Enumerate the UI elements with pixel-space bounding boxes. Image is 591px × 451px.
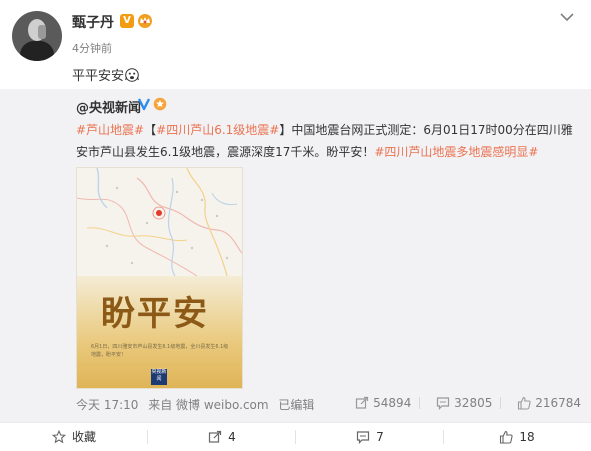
original-time[interactable]: 今天 17:10	[76, 398, 138, 412]
like-count: 216784	[535, 396, 581, 410]
star-icon	[51, 429, 67, 444]
post-text-content: 平平安安	[72, 69, 125, 84]
vip-crown-icon	[138, 14, 152, 28]
repost-button[interactable]: 4	[148, 423, 296, 451]
repost-card: @央视新闻 #芦山地震#【#四川芦山6.1级地震#】中国地震台网正式测定：6月0…	[0, 89, 591, 422]
avatar[interactable]	[12, 11, 62, 61]
repost-count-stat[interactable]: 54894	[355, 396, 411, 410]
comment-action-count: 7	[376, 430, 384, 444]
thumbs-up-icon	[500, 430, 513, 444]
comment-button[interactable]: 7	[296, 423, 444, 451]
original-stats: 54894 32805 216784	[343, 396, 581, 410]
post-text: 平平安安	[72, 65, 139, 84]
comment-icon	[357, 431, 370, 444]
comment-count: 32805	[454, 396, 493, 410]
share-icon	[209, 430, 222, 443]
action-bar: 收藏 4 7 18	[0, 422, 591, 451]
post-header: 甄子丹 V 4分钟前 平平安安	[0, 0, 591, 90]
username[interactable]: 甄子丹	[72, 12, 114, 32]
comment-icon	[437, 397, 450, 410]
original-author[interactable]: @央视新闻	[76, 97, 141, 116]
blue-verified-icon	[137, 98, 151, 111]
repost-icon	[356, 396, 369, 409]
favorite-button[interactable]: 收藏	[0, 423, 148, 451]
original-source[interactable]: 来自 微博 weibo.com	[148, 398, 268, 412]
map-graphic	[77, 168, 242, 277]
medal-icon	[153, 97, 167, 111]
like-action-count: 18	[519, 430, 535, 444]
cctv-news-logo: 央视新闻	[151, 369, 167, 385]
comment-count-stat[interactable]: 32805	[436, 396, 492, 410]
edited-label[interactable]: 已编辑	[278, 398, 314, 412]
hashtag-link[interactable]: #四川芦山地震多地震感明显#	[374, 145, 538, 159]
thumbs-up-icon	[518, 396, 531, 410]
repost-action-count: 4	[228, 430, 236, 444]
poster-title: 盼平安	[101, 294, 209, 334]
favorite-label: 收藏	[71, 430, 96, 444]
repost-count: 54894	[373, 396, 412, 410]
post-image[interactable]: 盼平安 6月1日，四川雅安市芦山县发生6.1级地震，全川县发生6.1级地震，盼平…	[76, 167, 243, 389]
original-post-text: #芦山地震#【#四川芦山6.1级地震#】中国地震台网正式测定：6月01日17时0…	[76, 119, 581, 163]
poster-caption: 6月1日，四川雅安市芦山县发生6.1级地震，全川县发生6.1级地震，盼平安！	[91, 344, 229, 358]
like-button[interactable]: 18	[443, 423, 591, 451]
scared-face-icon	[125, 68, 139, 82]
original-footer: 今天 17:10 来自 微博 weibo.com 已编辑	[76, 396, 320, 413]
like-count-stat[interactable]: 216784	[517, 396, 581, 410]
bracket-open: 【	[144, 123, 157, 137]
verified-badge-icon: V	[120, 14, 134, 28]
hashtag-link[interactable]: #四川芦山6.1级地震#	[156, 123, 279, 137]
hashtag-link[interactable]: #芦山地震#	[76, 123, 144, 137]
chevron-down-icon[interactable]	[560, 12, 574, 22]
post-time[interactable]: 4分钟前	[72, 40, 112, 56]
